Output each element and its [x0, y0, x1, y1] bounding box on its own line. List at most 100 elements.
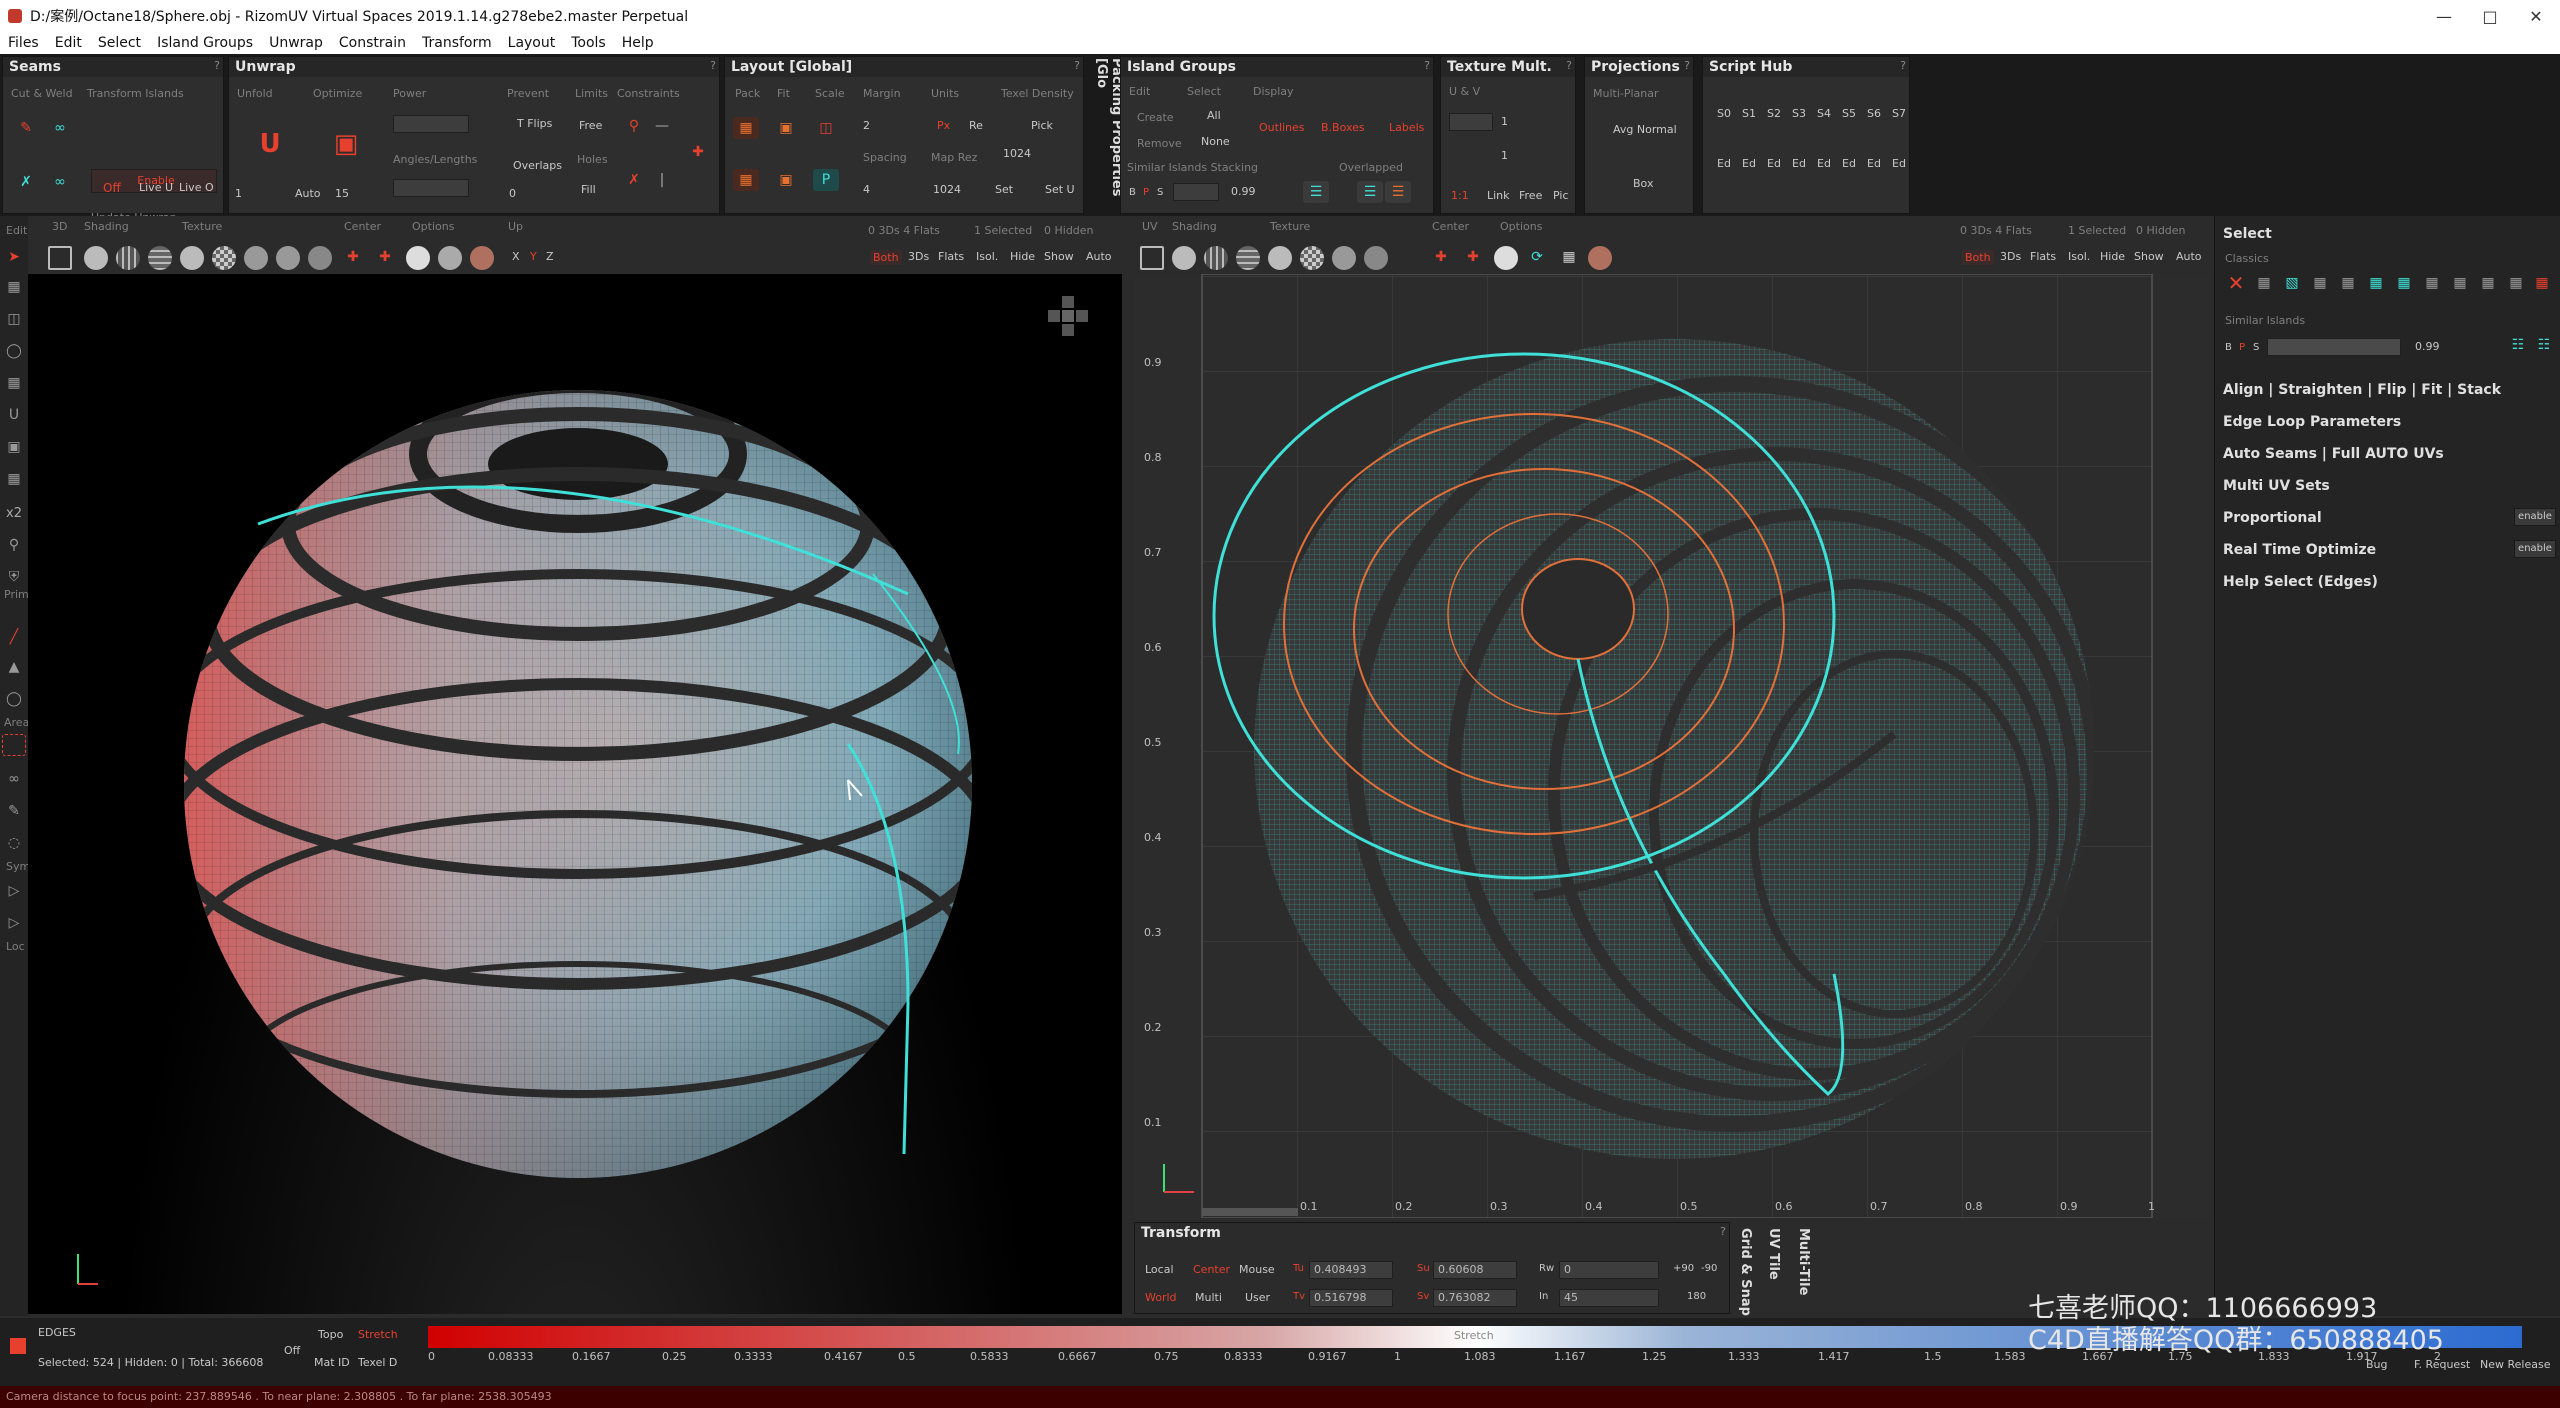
select-ring-icon[interactable]: ▦	[2419, 272, 2445, 294]
align-section[interactable]: Align | Straighten | Flip | Fit | Stack	[2223, 382, 2501, 398]
help-icon[interactable]: ?	[1900, 59, 1906, 72]
script-edit-0[interactable]: Ed	[1717, 157, 1731, 170]
script-edit-5[interactable]: Ed	[1842, 157, 1856, 170]
texture-map-icon[interactable]	[308, 246, 332, 270]
lasso-select-icon[interactable]: ∞	[2, 768, 26, 790]
help-icon[interactable]: ?	[710, 59, 716, 72]
light-icon[interactable]	[406, 246, 430, 270]
optimize-iterations-field[interactable]: 15	[335, 187, 349, 200]
uv-both-toggle[interactable]: Both	[1962, 250, 1994, 265]
center-selection-icon[interactable]: ✚	[340, 246, 366, 268]
prevent-value-field[interactable]: 0	[509, 187, 516, 200]
u-mult-value[interactable]: 1	[1501, 115, 1508, 128]
multi-pivot-toggle[interactable]: Multi	[1195, 1291, 1222, 1304]
bboxes-toggle[interactable]: B.Boxes	[1321, 121, 1365, 134]
menu-constrain[interactable]: Constrain	[331, 35, 414, 51]
stack-overlapped-icon[interactable]: ☰	[1357, 181, 1383, 203]
select-invert-icon[interactable]: ▦	[2307, 272, 2333, 294]
center-pivot-toggle[interactable]: Center	[1193, 1263, 1230, 1276]
uv-scrollbar[interactable]	[1202, 1208, 1298, 1216]
shade-wire-icon[interactable]	[116, 246, 140, 270]
up-y-toggle[interactable]: Y	[530, 250, 537, 263]
select-arrow-icon[interactable]: ➤	[2, 246, 26, 268]
proportional-enable-button[interactable]: enable	[2514, 508, 2556, 526]
tv-field[interactable]: 0.516798	[1309, 1289, 1393, 1307]
unpin-icon[interactable]: ✗	[621, 169, 647, 191]
island-select-icon[interactable]: ◯	[2, 688, 26, 710]
uv-texture-sphere-icon[interactable]	[1332, 246, 1356, 270]
scale-all-icon[interactable]: P	[813, 169, 839, 191]
pick-button[interactable]: Pick	[1031, 119, 1053, 132]
weld-icon[interactable]: ∞	[47, 117, 73, 139]
menu-select[interactable]: Select	[90, 35, 149, 51]
hide-button[interactable]: Hide	[1010, 250, 1035, 263]
up-x-toggle[interactable]: X	[512, 250, 520, 263]
shade-grid-icon[interactable]	[148, 246, 172, 270]
script-edit-3[interactable]: Ed	[1792, 157, 1806, 170]
script-slot-s0[interactable]: S0	[1717, 107, 1731, 120]
uv-shade-wire-icon[interactable]	[1204, 246, 1228, 270]
script-edit-7[interactable]: Ed	[1892, 157, 1906, 170]
clear-selection-icon[interactable]: ✕	[2223, 271, 2249, 295]
realtime-optimize-section[interactable]: Real Time Optimize	[2223, 542, 2376, 558]
link-toggle[interactable]: Link	[1487, 189, 1510, 202]
pic-toggle[interactable]: Pic	[1553, 189, 1569, 202]
script-edit-6[interactable]: Ed	[1867, 157, 1881, 170]
flats-toggle[interactable]: Flats	[938, 250, 964, 263]
script-edit-1[interactable]: Ed	[1742, 157, 1756, 170]
labels-toggle[interactable]: Labels	[1389, 121, 1424, 134]
v-mult-value[interactable]: 1	[1501, 149, 1508, 162]
uv-frame-icon[interactable]	[1140, 246, 1164, 270]
uv-shade-grid-icon[interactable]	[1236, 246, 1260, 270]
viewport-3d[interactable]	[28, 274, 1122, 1314]
in-field[interactable]: 45	[1559, 1289, 1659, 1307]
paint-select-icon[interactable]: ✎	[2, 800, 26, 822]
uv-options-color-icon[interactable]	[1588, 246, 1612, 270]
angles-lengths-field[interactable]	[393, 179, 469, 197]
similar-select-icon[interactable]: ☷	[2505, 334, 2531, 356]
t-flips-toggle[interactable]: T Flips	[517, 117, 552, 130]
uv-texture-map-icon[interactable]	[1364, 246, 1388, 270]
help-icon[interactable]: ?	[214, 59, 220, 72]
select-shrink-icon[interactable]: ▦	[2363, 272, 2389, 294]
set-u-button[interactable]: Set U	[1045, 183, 1075, 196]
similar-islands-value[interactable]: 0.99	[2415, 340, 2440, 353]
ig-s-toggle[interactable]: S	[1157, 187, 1163, 198]
texture-sphere-icon[interactable]	[244, 246, 268, 270]
auto-toggle[interactable]: Auto	[295, 187, 321, 200]
isol-button[interactable]: Isol.	[976, 250, 998, 263]
select-border-icon[interactable]: ▧	[2279, 272, 2305, 294]
spacing-field[interactable]: 4	[863, 183, 870, 196]
live-o-toggle[interactable]: Live O	[179, 181, 214, 194]
select-grid-icon[interactable]: ▦	[2251, 272, 2277, 294]
select-island-icon[interactable]: ▦	[2447, 272, 2473, 294]
optimize-button[interactable]: ▣	[329, 127, 363, 161]
shade-solid-icon[interactable]	[84, 246, 108, 270]
3ds-toggle[interactable]: 3Ds	[908, 250, 929, 263]
colormap-off-toggle[interactable]: Off	[284, 1344, 300, 1357]
x2-button[interactable]: x2	[6, 506, 22, 521]
ig-p-toggle[interactable]: P	[1143, 187, 1149, 198]
uv-refresh-icon[interactable]: ⟳	[1524, 246, 1550, 268]
help-icon[interactable]: ?	[1074, 59, 1080, 72]
power-field[interactable]	[393, 115, 469, 133]
texel-d-toggle[interactable]: Texel D	[358, 1356, 397, 1369]
unfold-button[interactable]: U	[253, 127, 287, 161]
sel-s-toggle[interactable]: S	[2253, 342, 2259, 353]
uv-center-all-icon[interactable]: ✚	[1460, 246, 1486, 268]
vertical-constraint-icon[interactable]: |	[649, 169, 675, 191]
rect-select-icon[interactable]	[2, 734, 26, 756]
select-overlap-icon[interactable]: ▦	[2503, 272, 2529, 294]
topo-toggle[interactable]: Topo	[318, 1328, 343, 1341]
cut-edge-icon[interactable]: ✗	[13, 171, 39, 193]
uv-isol-button[interactable]: Isol.	[2068, 250, 2090, 263]
uv-flats-toggle[interactable]: Flats	[2030, 250, 2056, 263]
sel-b-toggle[interactable]: B	[2225, 342, 2232, 353]
fit-button-icon[interactable]: ▣	[773, 117, 799, 139]
auto-button[interactable]: Auto	[1086, 250, 1112, 263]
script-slot-s2[interactable]: S2	[1767, 107, 1781, 120]
multi-tile-tab[interactable]: Multi-Tile	[1796, 1228, 1811, 1318]
stretch-toggle[interactable]: Stretch	[358, 1328, 398, 1341]
overlaps-toggle[interactable]: Overlaps	[513, 159, 562, 172]
edge-loop-section[interactable]: Edge Loop Parameters	[2223, 414, 2401, 430]
